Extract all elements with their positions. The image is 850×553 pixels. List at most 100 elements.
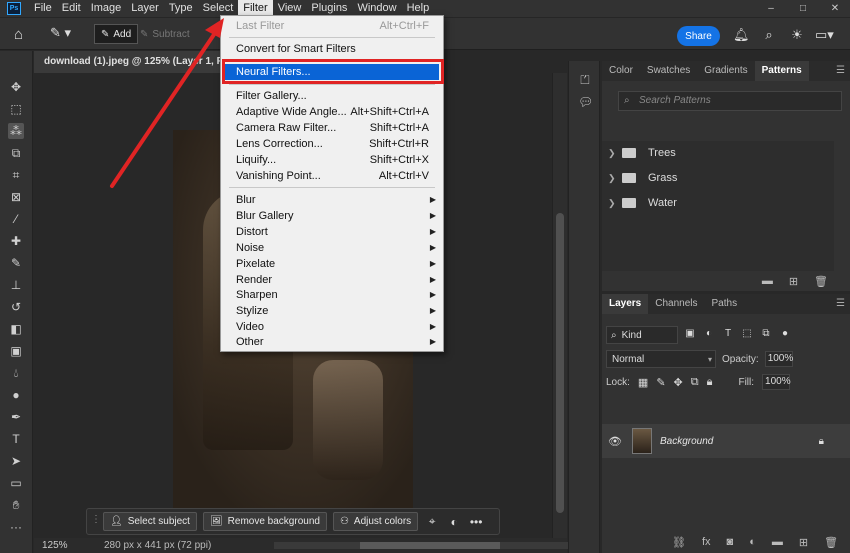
close-icon[interactable]: ✕ bbox=[830, 3, 840, 14]
tab-paths[interactable]: Paths bbox=[705, 294, 745, 314]
tab-channels[interactable]: Channels bbox=[648, 294, 704, 314]
menu-item-vanishing-point[interactable]: Vanishing Point... Alt+Ctrl+V bbox=[221, 168, 443, 184]
menu-item-last-filter[interactable]: Last Filter Alt+Ctrl+F bbox=[221, 18, 443, 34]
home-icon[interactable]: ⌂ bbox=[14, 26, 32, 43]
more-options-icon[interactable]: ••• bbox=[468, 515, 484, 529]
adjustment-layer-icon[interactable]: ◐ bbox=[749, 536, 756, 549]
transform-icon[interactable]: ⌖ bbox=[424, 514, 440, 529]
tab-patterns[interactable]: Patterns bbox=[754, 61, 809, 81]
menu-layer[interactable]: Layer bbox=[126, 0, 164, 17]
dodge-tool-icon[interactable]: ● bbox=[8, 387, 24, 403]
tab-swatches[interactable]: Swatches bbox=[640, 61, 697, 81]
lock-transparent-icon[interactable]: ▦ bbox=[638, 376, 648, 389]
blur-tool-icon[interactable]: 💧︎ bbox=[8, 365, 24, 381]
move-tool-icon[interactable]: ✥ bbox=[8, 79, 24, 95]
crop-tool-icon[interactable]: ⌗ bbox=[8, 167, 24, 183]
select-subject-button[interactable]: 👤︎ Select subject bbox=[103, 512, 197, 531]
grip-handle-icon[interactable]: ⋮ bbox=[91, 514, 101, 530]
share-button[interactable]: Share bbox=[677, 26, 720, 46]
menu-item-sharpen[interactable]: Sharpen ▶ bbox=[221, 287, 443, 303]
menu-item-adaptive-wide-angle[interactable]: Adaptive Wide Angle... Alt+Shift+Ctrl+A bbox=[221, 104, 443, 120]
hand-tool-icon[interactable]: ✋︎ bbox=[8, 497, 24, 513]
minimize-icon[interactable]: – bbox=[766, 3, 776, 14]
scroll-thumb[interactable] bbox=[556, 213, 564, 513]
folder-row-trees[interactable]: ❯ Trees bbox=[602, 141, 834, 165]
document-tab[interactable]: download (1).jpeg @ 125% (Layer 1, RG bbox=[34, 51, 220, 73]
add-mask-icon[interactable]: ◙ bbox=[727, 536, 734, 549]
type-filter-icon[interactable]: T bbox=[721, 328, 735, 342]
mask-icon[interactable]: ◐ bbox=[446, 515, 462, 529]
add-to-selection-button[interactable]: ✎ Add bbox=[94, 24, 139, 44]
menu-item-blur[interactable]: Blur ▶ bbox=[221, 192, 443, 208]
kind-filter-select[interactable]: ⌕ Kind bbox=[606, 326, 678, 344]
marquee-tool-icon[interactable]: ⬚ bbox=[8, 101, 24, 117]
menu-item-lens-correction[interactable]: Lens Correction... Shift+Ctrl+R bbox=[221, 136, 443, 152]
panel-menu-icon[interactable]: ☰ bbox=[836, 294, 845, 314]
delete-icon[interactable]: 🗑︎ bbox=[814, 275, 828, 288]
menu-file[interactable]: File bbox=[29, 0, 57, 17]
vertical-scrollbar[interactable] bbox=[552, 73, 567, 538]
link-layers-icon[interactable]: ⛓ bbox=[672, 536, 686, 549]
blend-mode-select[interactable]: Normal ▾ bbox=[606, 350, 716, 368]
chevron-right-icon[interactable]: ❯ bbox=[608, 148, 622, 159]
subtract-from-selection-button[interactable]: ✎ Subtract bbox=[140, 25, 190, 43]
new-group-icon[interactable]: ▬ bbox=[762, 275, 773, 288]
lock-all-icon[interactable]: 🔒︎ bbox=[707, 376, 713, 389]
folder-row-water[interactable]: ❯ Water bbox=[602, 191, 834, 215]
gradient-tool-icon[interactable]: ▣ bbox=[8, 343, 24, 359]
layer-row-background[interactable]: 👁︎ Background 🔒︎ bbox=[602, 424, 850, 458]
menu-item-pixelate[interactable]: Pixelate ▶ bbox=[221, 256, 443, 272]
pen-tool-icon[interactable]: ✒ bbox=[8, 409, 24, 425]
opacity-input[interactable]: 100% bbox=[764, 351, 793, 367]
tab-gradients[interactable]: Gradients bbox=[697, 61, 754, 81]
chevron-right-icon[interactable]: ❯ bbox=[608, 173, 622, 184]
menu-item-distort[interactable]: Distort ▶ bbox=[221, 224, 443, 240]
lock-image-icon[interactable]: ✎ bbox=[656, 376, 665, 389]
rectangle-tool-icon[interactable]: ▭ bbox=[8, 475, 24, 491]
menu-edit[interactable]: Edit bbox=[57, 0, 86, 17]
more-tools-icon[interactable]: ··· bbox=[8, 519, 24, 535]
menu-item-liquify[interactable]: Liquify... Shift+Ctrl+X bbox=[221, 152, 443, 168]
menu-item-stylize[interactable]: Stylize ▶ bbox=[221, 303, 443, 319]
quick-selection-tool-preset-icon[interactable]: ✎ ▾ bbox=[50, 25, 82, 43]
comments-icon[interactable]: 💬︎ bbox=[578, 95, 593, 109]
workspace-icon[interactable]: ▭▾ bbox=[815, 27, 834, 43]
menu-item-convert-smart-filters[interactable]: Convert for Smart Filters bbox=[221, 41, 443, 57]
adjust-colors-button[interactable]: ⚇ Adjust colors bbox=[332, 512, 419, 531]
folder-row-grass[interactable]: ❯ Grass bbox=[602, 166, 834, 190]
adjustment-filter-icon[interactable]: ◐ bbox=[702, 328, 716, 342]
bell-icon[interactable]: 🔔︎ bbox=[733, 27, 750, 43]
fx-icon[interactable]: fx bbox=[702, 536, 711, 549]
discover-icon[interactable]: ☀ bbox=[789, 27, 805, 43]
smart-object-filter-icon[interactable]: ⧉ bbox=[759, 328, 773, 342]
pixel-filter-icon[interactable]: ▣ bbox=[683, 328, 697, 342]
type-tool-icon[interactable]: T bbox=[8, 431, 24, 447]
menu-item-render[interactable]: Render ▶ bbox=[221, 272, 443, 288]
menu-type[interactable]: Type bbox=[164, 0, 198, 17]
search-icon[interactable]: ⌕ bbox=[761, 27, 777, 43]
brush-tool-icon[interactable]: ✎ bbox=[8, 255, 24, 271]
filter-toggle-icon[interactable]: ● bbox=[778, 328, 792, 342]
zoom-level[interactable]: 125% bbox=[34, 540, 74, 551]
history-icon[interactable]: ⏍ bbox=[578, 73, 592, 87]
frame-tool-icon[interactable]: ⊠ bbox=[8, 189, 24, 205]
shape-filter-icon[interactable]: ⬚ bbox=[740, 328, 754, 342]
menu-image[interactable]: Image bbox=[86, 0, 127, 17]
panel-menu-icon[interactable]: ☰ bbox=[836, 61, 845, 81]
eyedropper-tool-icon[interactable]: ⁄ bbox=[8, 211, 24, 227]
new-layer-icon[interactable]: ⊞ bbox=[799, 536, 808, 549]
healing-brush-tool-icon[interactable]: ✚ bbox=[8, 233, 24, 249]
menu-item-other[interactable]: Other ▶ bbox=[221, 334, 443, 350]
new-pattern-icon[interactable]: ⊞ bbox=[789, 275, 798, 288]
maximize-icon[interactable]: □ bbox=[798, 3, 808, 14]
clone-stamp-tool-icon[interactable]: ⊥ bbox=[8, 277, 24, 293]
tab-color[interactable]: Color bbox=[602, 61, 640, 81]
quick-selection-tool-icon[interactable]: ⁂ bbox=[8, 123, 24, 139]
object-selection-tool-icon[interactable]: ⧉ bbox=[8, 145, 24, 161]
delete-layer-icon[interactable]: 🗑︎ bbox=[824, 536, 838, 549]
menu-item-noise[interactable]: Noise ▶ bbox=[221, 240, 443, 256]
visibility-eye-icon[interactable]: 👁︎ bbox=[608, 435, 622, 448]
tab-layers[interactable]: Layers bbox=[602, 294, 649, 314]
menu-item-camera-raw-filter[interactable]: Camera Raw Filter... Shift+Ctrl+A bbox=[221, 120, 443, 136]
lock-artboard-icon[interactable]: ⧉ bbox=[691, 376, 699, 389]
